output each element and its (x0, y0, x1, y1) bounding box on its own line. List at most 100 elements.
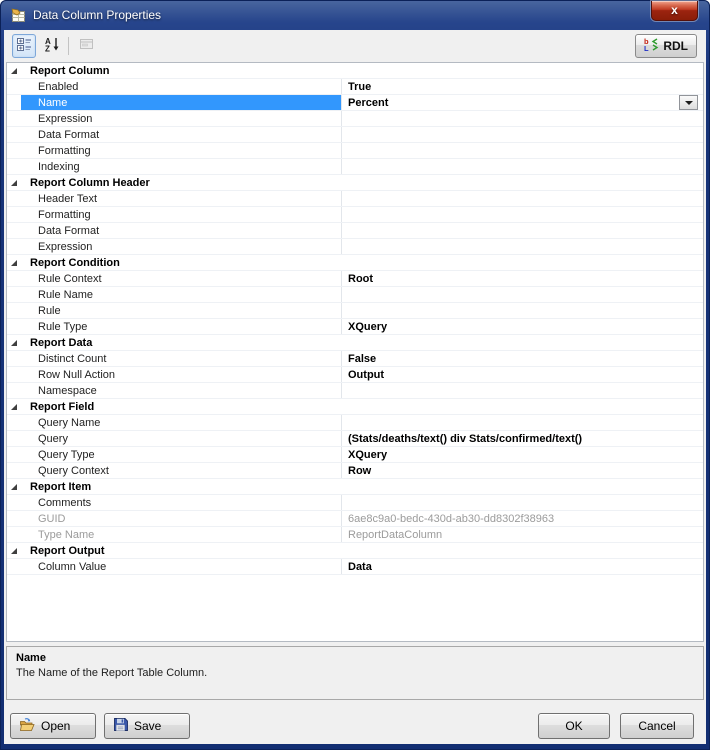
row-gutter (7, 191, 21, 206)
rdl-button[interactable]: b L RDL (635, 34, 697, 58)
property-value[interactable]: XQuery (342, 319, 703, 334)
property-label: Rule Name (21, 287, 342, 302)
property-value[interactable] (342, 143, 703, 158)
property-label: Expression (21, 111, 342, 126)
category-label: Report Condition (21, 256, 120, 270)
property-label: Header Text (21, 191, 342, 206)
cancel-button[interactable]: Cancel (620, 713, 694, 739)
property-value[interactable] (342, 111, 703, 126)
property-row-query[interactable]: Query(Stats/deaths/text() div Stats/conf… (7, 431, 703, 447)
close-button[interactable]: x (651, 1, 698, 21)
property-row-expression[interactable]: Expression (7, 239, 703, 255)
property-row-data-format[interactable]: Data Format (7, 223, 703, 239)
property-value[interactable]: Output (342, 367, 703, 382)
property-label: Data Format (21, 127, 342, 142)
property-value[interactable]: ReportDataColumn (342, 527, 703, 542)
category-row-report-column-header[interactable]: Report Column Header (7, 175, 703, 191)
category-row-report-item[interactable]: Report Item (7, 479, 703, 495)
property-row-namespace[interactable]: Namespace (7, 383, 703, 399)
property-row-guid[interactable]: GUID6ae8c9a0-bedc-430d-ab30-dd8302f38963 (7, 511, 703, 527)
property-value[interactable] (342, 223, 703, 238)
ok-button[interactable]: OK (538, 713, 610, 739)
property-row-rule-context[interactable]: Rule ContextRoot (7, 271, 703, 287)
property-value[interactable] (342, 495, 703, 510)
row-gutter (7, 367, 21, 382)
property-value[interactable] (342, 239, 703, 254)
category-row-report-condition[interactable]: Report Condition (7, 255, 703, 271)
row-gutter (7, 223, 21, 238)
property-row-expression[interactable]: Expression (7, 111, 703, 127)
property-value[interactable] (342, 383, 703, 398)
open-button[interactable]: Open (10, 713, 96, 739)
category-row-report-column[interactable]: Report Column (7, 63, 703, 79)
property-row-data-format[interactable]: Data Format (7, 127, 703, 143)
property-value[interactable]: Row (342, 463, 703, 478)
category-row-report-data[interactable]: Report Data (7, 335, 703, 351)
property-label: Comments (21, 495, 342, 510)
categorized-view-button[interactable] (12, 34, 36, 58)
property-value[interactable]: (Stats/deaths/text() div Stats/confirmed… (342, 431, 703, 446)
expander-triangle-icon (11, 180, 17, 186)
property-value[interactable]: Root (342, 271, 703, 286)
expander-triangle-icon (11, 548, 17, 554)
property-value[interactable] (342, 303, 703, 318)
property-row-query-name[interactable]: Query Name (7, 415, 703, 431)
property-grid[interactable]: Report ColumnEnabledTrueNamePercentExpre… (6, 62, 704, 642)
property-row-formatting[interactable]: Formatting (7, 207, 703, 223)
row-gutter (7, 527, 21, 542)
property-row-rule-type[interactable]: Rule TypeXQuery (7, 319, 703, 335)
property-row-indexing[interactable]: Indexing (7, 159, 703, 175)
property-row-enabled[interactable]: EnabledTrue (7, 79, 703, 95)
property-label: Distinct Count (21, 351, 342, 366)
open-folder-icon (19, 718, 35, 735)
property-value[interactable]: Data (342, 559, 703, 574)
row-gutter (7, 447, 21, 462)
category-label: Report Item (21, 480, 91, 494)
property-value[interactable] (342, 159, 703, 174)
property-value[interactable]: Percent (342, 95, 703, 110)
rdl-button-label: RDL (663, 39, 688, 53)
property-row-row-null-action[interactable]: Row Null ActionOutput (7, 367, 703, 383)
property-row-column-value[interactable]: Column ValueData (7, 559, 703, 575)
dropdown-button[interactable] (679, 95, 698, 110)
title-bar[interactable]: Data Column Properties x (0, 0, 710, 30)
property-row-distinct-count[interactable]: Distinct CountFalse (7, 351, 703, 367)
property-row-query-type[interactable]: Query TypeXQuery (7, 447, 703, 463)
property-value[interactable] (342, 191, 703, 206)
property-value[interactable]: XQuery (342, 447, 703, 462)
close-x-icon: x (671, 3, 678, 17)
property-value[interactable] (342, 127, 703, 142)
row-gutter (7, 271, 21, 286)
property-row-formatting[interactable]: Formatting (7, 143, 703, 159)
svg-text:Z: Z (45, 44, 50, 52)
property-row-rule[interactable]: Rule (7, 303, 703, 319)
property-value[interactable]: 6ae8c9a0-bedc-430d-ab30-dd8302f38963 (342, 511, 703, 526)
categorized-icon (16, 36, 32, 57)
category-label: Report Data (21, 336, 92, 350)
property-row-comments[interactable]: Comments (7, 495, 703, 511)
expander-triangle-icon (11, 68, 17, 74)
svg-text:L: L (644, 44, 649, 52)
category-row-report-field[interactable]: Report Field (7, 399, 703, 415)
toolbar-separator (68, 37, 69, 55)
alphabetical-sort-button[interactable]: A Z (40, 34, 64, 58)
property-value[interactable]: True (342, 79, 703, 94)
property-row-name[interactable]: NamePercent (7, 95, 703, 111)
property-row-rule-name[interactable]: Rule Name (7, 287, 703, 303)
expander-triangle-icon (11, 260, 17, 266)
property-row-header-text[interactable]: Header Text (7, 191, 703, 207)
save-button[interactable]: Save (104, 713, 190, 739)
cancel-button-label: Cancel (638, 719, 675, 733)
property-pages-icon (78, 37, 94, 56)
property-value[interactable]: False (342, 351, 703, 366)
property-value[interactable] (342, 415, 703, 430)
property-row-query-context[interactable]: Query ContextRow (7, 463, 703, 479)
property-value[interactable] (342, 287, 703, 302)
property-label: Formatting (21, 207, 342, 222)
property-value[interactable] (342, 207, 703, 222)
floppy-disk-icon (113, 717, 128, 735)
property-row-type-name[interactable]: Type NameReportDataColumn (7, 527, 703, 543)
category-row-report-output[interactable]: Report Output (7, 543, 703, 559)
row-gutter (7, 351, 21, 366)
property-label: Rule Type (21, 319, 342, 334)
